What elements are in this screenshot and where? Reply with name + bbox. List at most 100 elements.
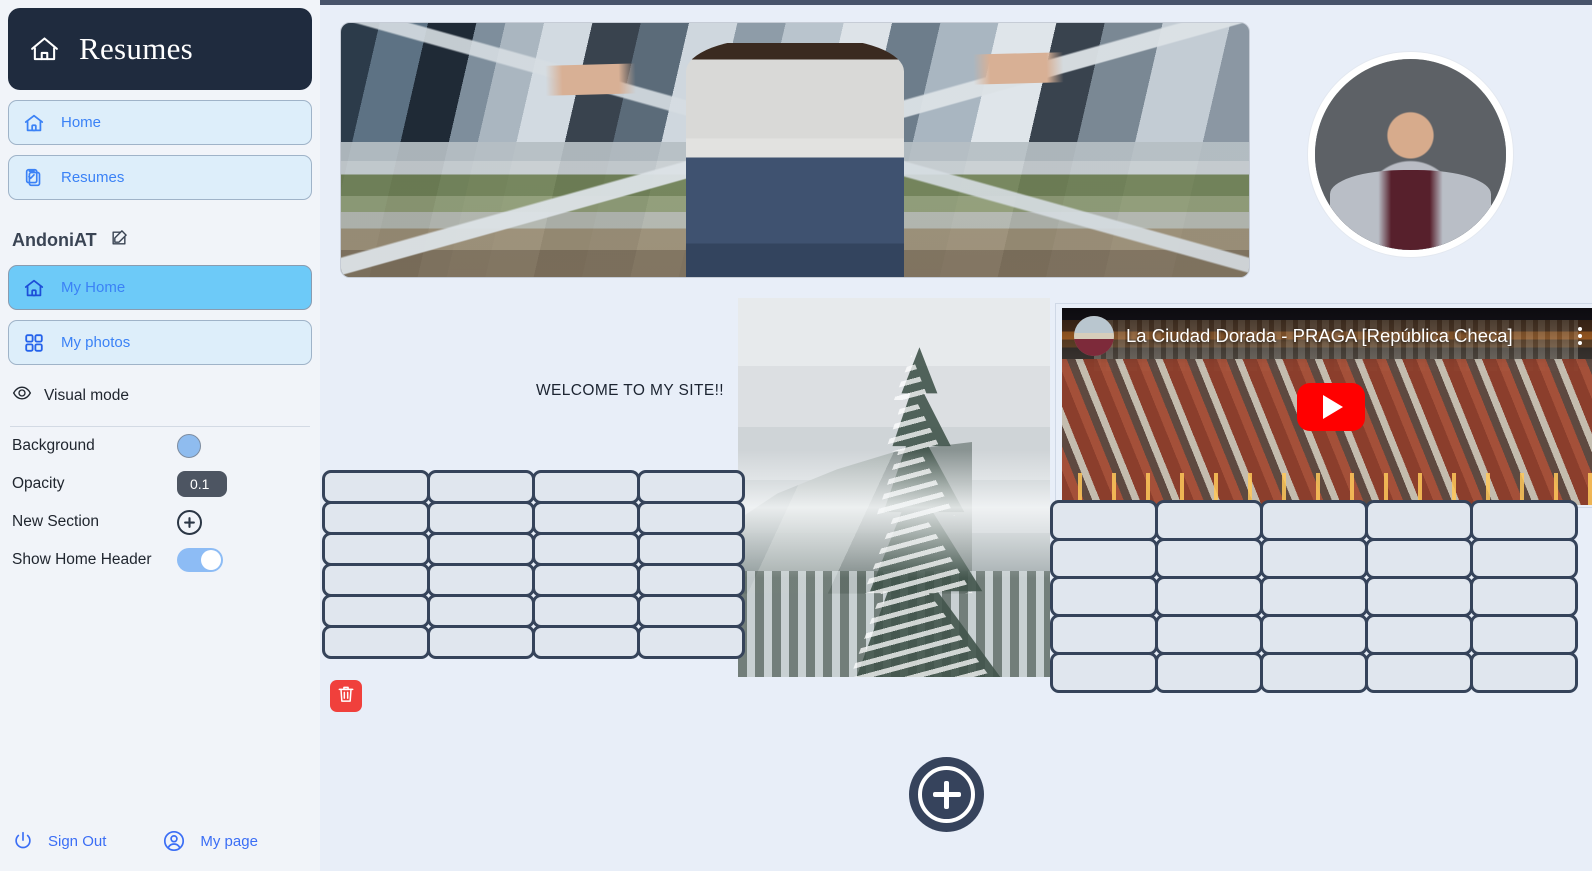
sidebar-item-label: Resumes [61, 169, 125, 186]
youtube-player[interactable]: La Ciudad Dorada - PRAGA [República Chec… [1062, 308, 1592, 505]
grid-cell[interactable] [636, 500, 745, 535]
eye-icon [12, 383, 32, 408]
sidebar-item-label: My photos [61, 334, 131, 351]
plus-circle-icon[interactable] [177, 509, 202, 535]
grid-cell[interactable] [1049, 537, 1158, 579]
grid-cell[interactable] [1469, 651, 1578, 693]
grid-cell[interactable] [1154, 613, 1263, 655]
grid-cell[interactable] [426, 531, 535, 566]
home-icon [23, 277, 45, 299]
grid-cell[interactable] [426, 469, 535, 504]
sidebar-item-resumes[interactable]: Resumes [8, 155, 312, 200]
my-page-button[interactable]: My page [162, 829, 258, 853]
grid-cell[interactable] [1259, 575, 1368, 617]
grid-cell[interactable] [636, 562, 745, 597]
grid-cell[interactable] [426, 593, 535, 628]
opacity-input[interactable]: 0.1 [177, 471, 227, 497]
grid-cell[interactable] [636, 593, 745, 628]
grid-cell[interactable] [531, 500, 640, 535]
sidebar-item-label: My Home [61, 279, 126, 296]
home-icon [23, 112, 45, 134]
grid-cell[interactable] [1364, 613, 1473, 655]
grid-cell[interactable] [531, 531, 640, 566]
grid-cell[interactable] [636, 469, 745, 504]
grid-cell[interactable] [1364, 575, 1473, 617]
grid-cell[interactable] [1364, 651, 1473, 693]
section-grid-right[interactable] [1049, 499, 1578, 693]
user-section: AndoniAT [12, 228, 312, 253]
brand-title: Resumes [79, 31, 194, 66]
grid-cell[interactable] [1469, 613, 1578, 655]
main-content: WELCOME TO MY SITE!! La Ciudad Dorada - … [320, 0, 1592, 871]
section-grid-left[interactable] [321, 469, 745, 659]
grid-cell[interactable] [531, 624, 640, 659]
grid-cell[interactable] [1259, 613, 1368, 655]
grid-cell[interactable] [321, 531, 430, 566]
grid-cell[interactable] [426, 500, 535, 535]
grid-cell[interactable] [636, 624, 745, 659]
grid-cell[interactable] [531, 562, 640, 597]
grid-cell[interactable] [1154, 651, 1263, 693]
grid-cell[interactable] [426, 562, 535, 597]
video-title[interactable]: La Ciudad Dorada - PRAGA [República Chec… [1126, 325, 1559, 347]
grid-cell[interactable] [636, 531, 745, 566]
grid-cell[interactable] [321, 469, 430, 504]
grid-cell[interactable] [1154, 575, 1263, 617]
grid-cell[interactable] [321, 593, 430, 628]
delete-section-button[interactable] [330, 680, 362, 712]
account-circle-icon [162, 829, 186, 853]
grid-cell[interactable] [321, 500, 430, 535]
sign-out-button[interactable]: Sign Out [12, 830, 106, 852]
grid-cell[interactable] [321, 562, 430, 597]
pencil-square-icon[interactable] [109, 228, 129, 253]
avatar-photo-coat [1330, 169, 1491, 250]
visual-mode-label: Visual mode [44, 386, 130, 404]
youtube-embed-card[interactable]: La Ciudad Dorada - PRAGA [República Chec… [1055, 303, 1592, 508]
show-home-header-toggle[interactable] [177, 548, 223, 572]
channel-avatar[interactable] [1074, 316, 1114, 356]
control-show-home-header: Show Home Header [8, 541, 312, 579]
grid-cell[interactable] [1154, 537, 1263, 579]
control-opacity: Opacity 0.1 [8, 465, 312, 503]
grid-squares-icon [23, 332, 45, 354]
sidebar-item-my-photos[interactable]: My photos [8, 320, 312, 365]
control-background: Background [8, 427, 312, 465]
grid-cell[interactable] [1364, 499, 1473, 541]
grid-cell[interactable] [1259, 499, 1368, 541]
grid-cell[interactable] [426, 624, 535, 659]
visual-mode-row[interactable]: Visual mode [12, 383, 312, 408]
add-section-button[interactable] [909, 757, 984, 832]
grid-cell[interactable] [1259, 651, 1368, 693]
user-name: AndoniAT [12, 230, 97, 250]
youtube-play-icon[interactable] [1296, 382, 1365, 431]
grid-cell[interactable] [531, 593, 640, 628]
grid-cell[interactable] [1049, 613, 1158, 655]
grid-cell[interactable] [1154, 499, 1263, 541]
grid-cell[interactable] [1469, 499, 1578, 541]
control-label: Show Home Header [12, 551, 152, 568]
sidebar-item-home[interactable]: Home [8, 100, 312, 145]
grid-cell[interactable] [321, 624, 430, 659]
avatar-image [1315, 59, 1506, 250]
power-icon [12, 830, 34, 852]
app-root: Resumes Home Resumes AndoniAT My Home My… [0, 0, 1592, 871]
grid-cell[interactable] [1049, 575, 1158, 617]
sidebar-item-label: Home [61, 114, 102, 131]
snow-fog [738, 449, 1050, 579]
grid-cell[interactable] [1259, 537, 1368, 579]
kebab-menu-icon[interactable] [1571, 327, 1589, 345]
control-label: Background [12, 437, 95, 454]
grid-cell[interactable] [1049, 499, 1158, 541]
grid-cell[interactable] [1364, 537, 1473, 579]
clipboard-check-icon [23, 167, 45, 189]
my-page-label: My page [200, 832, 258, 850]
sidebar-item-my-home[interactable]: My Home [8, 265, 312, 310]
snow-image[interactable] [738, 298, 1050, 677]
avatar[interactable] [1308, 52, 1513, 257]
grid-cell[interactable] [531, 469, 640, 504]
banner-image[interactable] [340, 22, 1250, 278]
grid-cell[interactable] [1049, 651, 1158, 693]
grid-cell[interactable] [1469, 575, 1578, 617]
grid-cell[interactable] [1469, 537, 1578, 579]
background-color-swatch[interactable] [177, 434, 201, 458]
